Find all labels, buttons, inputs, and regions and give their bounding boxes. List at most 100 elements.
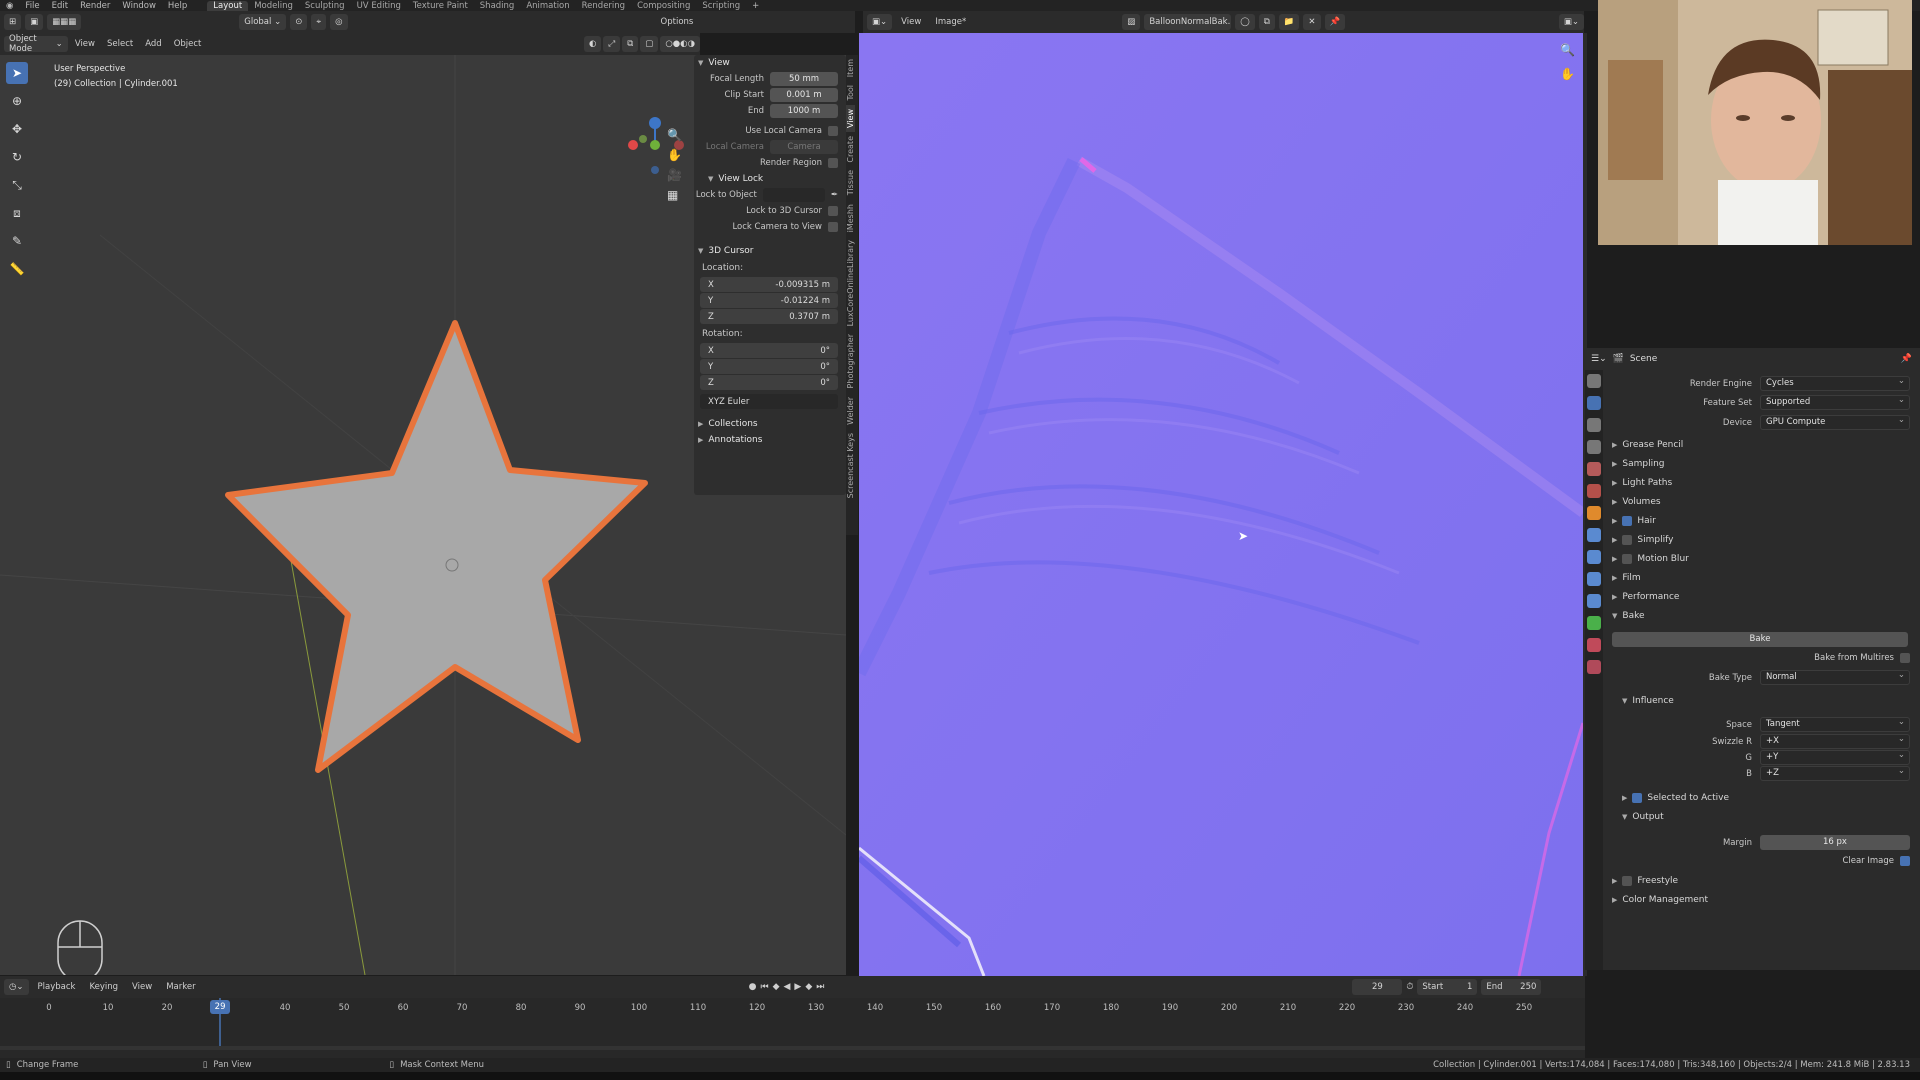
image-menu-image[interactable]: Image* (930, 17, 971, 27)
bake-from-multires-checkbox[interactable] (1900, 653, 1910, 663)
rot-x-field[interactable]: X 0° (700, 343, 838, 358)
swizzle-r-dropdown[interactable]: +X (1760, 733, 1910, 749)
selected-to-active-header[interactable]: ▶ Selected to Active (1622, 793, 1729, 803)
workspace-tab-sculpting[interactable]: Sculpting (299, 1, 351, 11)
menu-render[interactable]: Render (74, 1, 116, 11)
display-channels-icon[interactable]: ▣⌄ (1558, 14, 1584, 30)
data-props-icon[interactable] (1587, 616, 1601, 630)
jump-start-icon[interactable]: ⏮ (760, 982, 768, 992)
timeline-menu-playback[interactable]: Playback (33, 982, 81, 992)
menu-file[interactable]: File (19, 1, 45, 11)
section-volumes[interactable]: ▶ Volumes (1612, 497, 1661, 507)
cursor-section-header[interactable]: ▼ 3D Cursor (694, 243, 846, 259)
margin-field[interactable]: 16 px (1760, 835, 1910, 850)
record-icon[interactable]: ● (749, 982, 757, 992)
eyedropper-icon[interactable]: ✒ (831, 190, 838, 200)
viewport-menu-select[interactable]: Select (102, 39, 138, 49)
workspace-tab-rendering[interactable]: Rendering (576, 1, 631, 11)
image-zoom-icon[interactable]: 🔍 (1560, 43, 1575, 57)
section-sampling[interactable]: ▶ Sampling (1612, 459, 1665, 469)
image-pan-icon[interactable]: ✋ (1560, 67, 1575, 81)
output-props-icon[interactable] (1587, 418, 1601, 432)
selection-box-icon[interactable]: ▦▦▦ (47, 14, 82, 30)
tab-photographer[interactable]: Photographer (846, 330, 855, 392)
freestyle-checkbox[interactable] (1622, 876, 1633, 886)
orientation-dropdown[interactable]: Global ⌄ (239, 14, 287, 30)
open-image-icon[interactable]: 📁 (1278, 14, 1300, 30)
use-local-camera-checkbox[interactable] (828, 126, 838, 136)
lock-to-cursor-checkbox[interactable] (828, 206, 838, 216)
unlink-image-icon[interactable]: ✕ (1303, 14, 1321, 30)
workspace-tab-animation[interactable]: Animation (520, 1, 575, 11)
menu-edit[interactable]: Edit (46, 1, 74, 11)
play-reverse-icon[interactable]: ◀ (784, 982, 791, 992)
viewport-menu-object[interactable]: Object (169, 39, 207, 49)
camera-view-icon[interactable]: 🎥 (667, 168, 682, 182)
menu-help[interactable]: Help (162, 1, 193, 11)
tab-screencast-keys[interactable]: Screencast Keys (846, 429, 855, 502)
pin-props-icon[interactable]: 📌 (1901, 354, 1920, 364)
properties-editor-icon[interactable]: ☰⌄ (1591, 354, 1607, 364)
view-layer-props-icon[interactable] (1587, 440, 1601, 454)
timeline-menu-marker[interactable]: Marker (161, 982, 200, 992)
tab-view[interactable]: View (846, 104, 855, 132)
section-film[interactable]: ▶ Film (1612, 573, 1641, 583)
section-motion-blur[interactable]: ▶ Motion Blur (1612, 554, 1689, 564)
tool-props-icon[interactable] (1587, 374, 1601, 388)
workspace-tab-compositing[interactable]: Compositing (631, 1, 696, 11)
select-tool-icon[interactable]: ➤ (6, 62, 28, 84)
pivot-icon[interactable]: ⊙ (290, 14, 308, 30)
prev-keyframe-icon[interactable]: ◆ (773, 982, 780, 992)
image-editor-type-icon[interactable]: ▣⌄ (867, 14, 893, 30)
clip-start-field[interactable]: 0.001 m (770, 88, 838, 102)
shading-modes-icon[interactable]: ○●◐◑ (660, 36, 700, 52)
workspace-tab-scripting[interactable]: Scripting (696, 1, 746, 11)
preview-range-icon[interactable]: ⏱ (1406, 982, 1413, 992)
options-menu[interactable]: Options (656, 17, 699, 27)
visibility-icon[interactable]: ◐ (583, 36, 602, 52)
timeline-menu-keying[interactable]: Keying (84, 982, 123, 992)
zoom-icon[interactable]: 🔍 (667, 128, 682, 142)
proportional-edit-icon[interactable]: ◎ (330, 14, 348, 30)
viewport-menu-view[interactable]: View (70, 39, 100, 49)
playhead-frame[interactable]: 29 (210, 1000, 231, 1014)
measure-tool-icon[interactable]: 📏 (6, 258, 28, 280)
rot-y-field[interactable]: Y 0° (700, 359, 838, 374)
pan-hand-icon[interactable]: ✋ (667, 148, 682, 162)
overlay-icon[interactable]: ⧉ (622, 36, 639, 52)
scene-props-icon[interactable] (1587, 462, 1601, 476)
tab-imeshh[interactable]: iMeshh (846, 200, 855, 236)
bake-type-dropdown[interactable]: Normal (1760, 669, 1910, 685)
tab-tool[interactable]: Tool (846, 81, 855, 105)
tab-item[interactable]: Item (846, 55, 855, 81)
annotations-section-header[interactable]: ▶ Annotations (694, 432, 846, 448)
tab-create[interactable]: Create (846, 132, 855, 167)
cursor-z-field[interactable]: Z 0.3707 m (700, 309, 838, 324)
device-dropdown[interactable]: GPU Compute (1760, 414, 1910, 430)
texture-props-icon[interactable] (1587, 660, 1601, 674)
section-freestyle[interactable]: ▶ Freestyle (1612, 876, 1678, 886)
swizzle-b-dropdown[interactable]: +Z (1760, 765, 1910, 781)
particles-props-icon[interactable] (1587, 550, 1601, 564)
swizzle-g-dropdown[interactable]: +Y (1760, 749, 1910, 765)
workspace-tab-layout[interactable]: Layout (207, 0, 249, 11)
tab-welder[interactable]: Welder (846, 393, 855, 429)
editor-type-icon[interactable]: ⊞ (4, 14, 22, 30)
cursor-tool-icon[interactable]: ⊕ (6, 90, 28, 112)
view-section-header[interactable]: ▼ View (694, 55, 846, 71)
gizmo-icon[interactable]: ⤢ (603, 36, 621, 52)
workspace-tab-uv-editing[interactable]: UV Editing (351, 1, 407, 11)
rot-z-field[interactable]: Z 0° (700, 375, 838, 390)
image-name-field[interactable]: BalloonNormalBak... (1144, 14, 1232, 30)
rotation-mode-dropdown[interactable]: XYZ Euler (700, 394, 838, 409)
start-frame-field[interactable]: Start 1 (1417, 979, 1478, 995)
snap-icon[interactable]: ⌖ (311, 14, 327, 30)
cursor-x-field[interactable]: X -0.009315 m (700, 277, 838, 292)
render-region-checkbox[interactable] (828, 158, 838, 168)
selected-to-active-checkbox[interactable] (1632, 793, 1643, 803)
pin-icon[interactable]: 📌 (1324, 14, 1346, 30)
timeline-editor-icon[interactable]: ◷⌄ (4, 979, 29, 995)
image-browse-icon[interactable]: ▨ (1122, 14, 1141, 30)
move-tool-icon[interactable]: ✥ (6, 118, 28, 140)
section-color-management[interactable]: ▶ Color Management (1612, 895, 1708, 905)
